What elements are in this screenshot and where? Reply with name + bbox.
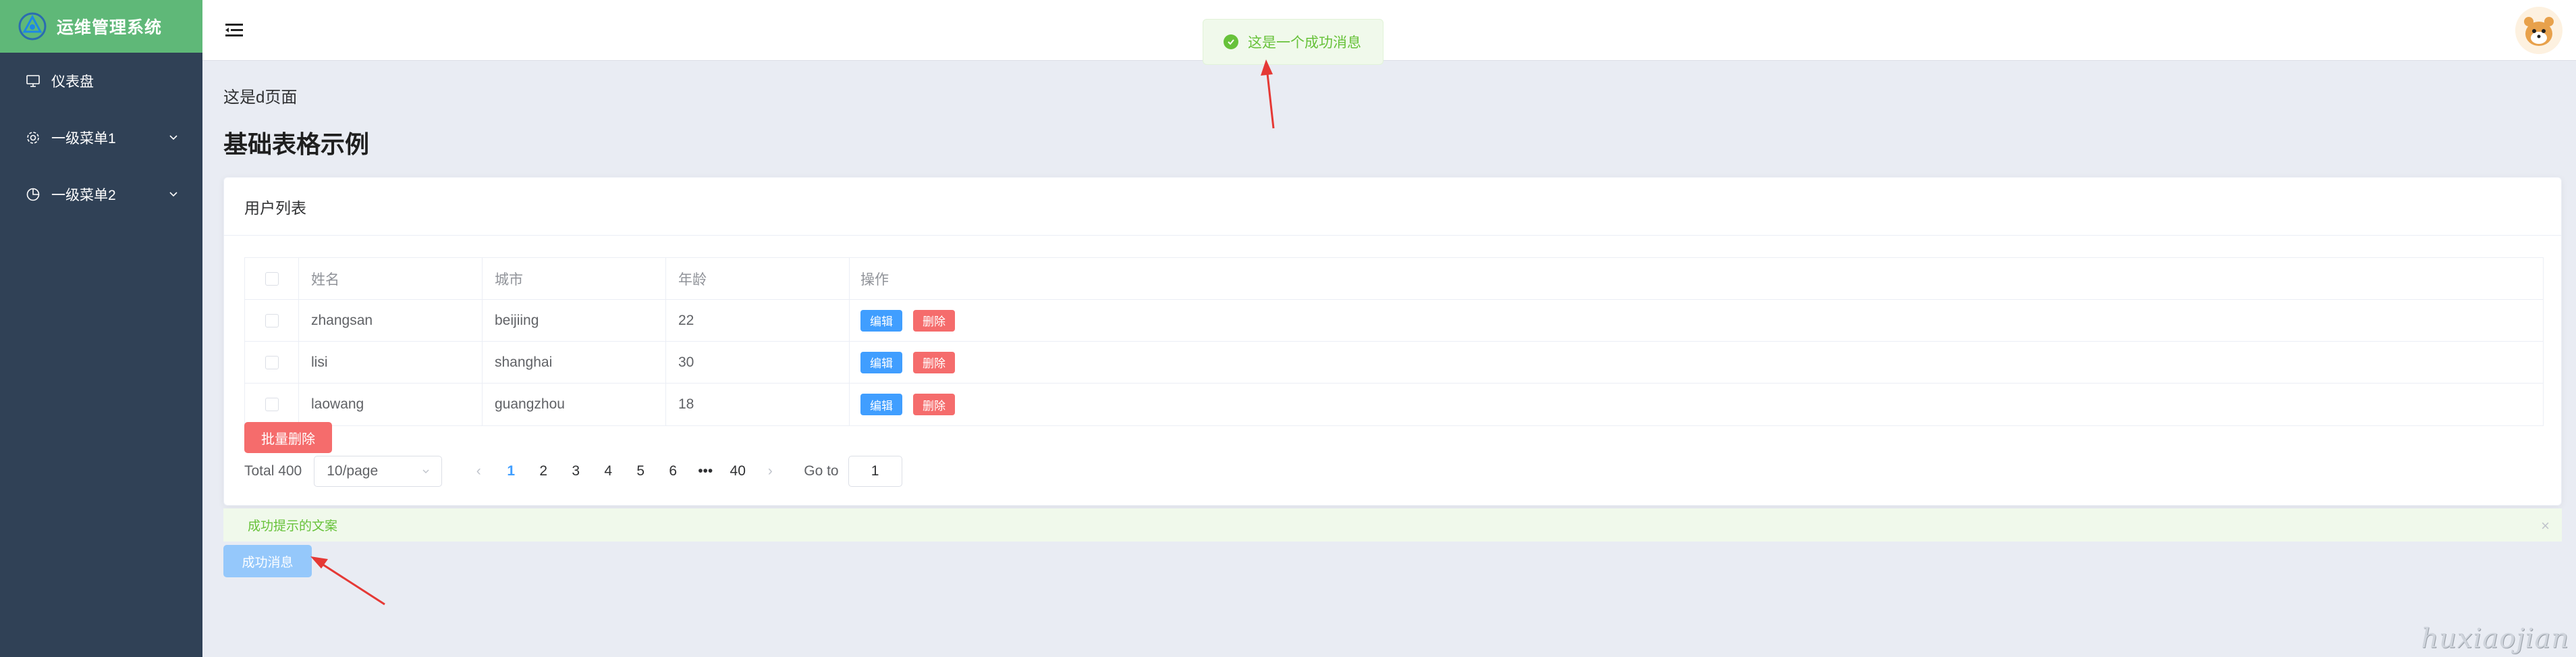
select-all-checkbox[interactable]: [265, 271, 279, 286]
prev-page-icon[interactable]: ‹: [462, 463, 495, 479]
cell-city: beijiing: [483, 300, 666, 341]
page-40[interactable]: 40: [721, 463, 754, 479]
cell-age: 18: [666, 384, 850, 425]
avatar[interactable]: [2515, 7, 2563, 54]
table-row: zhangsan beijiing 22 编辑 删除: [245, 300, 2543, 342]
toast-message: 这是一个成功消息: [1248, 35, 1361, 51]
sidebar-item-menu1[interactable]: 一级菜单1: [0, 109, 202, 166]
row-checkbox[interactable]: [265, 313, 279, 327]
annotation-arrow-button: [318, 560, 385, 606]
table-row: lisi shanghai 30 编辑 删除: [245, 342, 2543, 384]
check-circle-icon: [1224, 34, 1238, 49]
page-6[interactable]: 6: [657, 463, 689, 479]
top-header: [202, 0, 2576, 61]
logo-icon: [18, 12, 47, 41]
logo-bar: 运维管理系统: [0, 0, 202, 53]
sidebar-item-menu2[interactable]: 一级菜单2: [0, 166, 202, 223]
cell-city: shanghai: [483, 342, 666, 383]
cell-age: 22: [666, 300, 850, 341]
chevron-down-icon: [169, 192, 177, 197]
success-toast: 这是一个成功消息: [1203, 19, 1383, 65]
user-list-card: 用户列表 姓名 城市 年龄 操作 zhangsan beijiing 22 编辑…: [223, 177, 2562, 506]
page-ellipsis[interactable]: •••: [689, 463, 721, 479]
sidebar: 运维管理系统 仪表盘 一级菜单1 一级菜单2: [0, 0, 202, 657]
chevron-down-icon: [169, 135, 177, 140]
breadcrumb: 这是d页面: [223, 88, 298, 107]
pagination: Total 400 10/page ‹ 1 2 3 4 5 6 ••• 40 ›…: [244, 454, 902, 488]
row-checkbox[interactable]: [265, 398, 279, 411]
annotation-arrow-toast: [1265, 67, 1275, 129]
watermark: huxiaojian: [2421, 623, 2569, 654]
column-header-actions: 操作: [860, 271, 889, 288]
column-header-age: 年龄: [666, 258, 850, 299]
page-4[interactable]: 4: [592, 463, 624, 479]
batch-delete-button[interactable]: 批量删除: [244, 422, 332, 453]
page-5[interactable]: 5: [624, 463, 657, 479]
page-size-select[interactable]: 10/page: [314, 456, 443, 487]
sidebar-item-dashboard[interactable]: 仪表盘: [0, 53, 202, 109]
delete-button[interactable]: 删除: [913, 351, 955, 373]
page-3[interactable]: 3: [559, 463, 592, 479]
delete-button[interactable]: 删除: [913, 309, 955, 332]
success-alert: 成功提示的文案 ×: [223, 508, 2562, 542]
edit-button[interactable]: 编辑: [860, 394, 902, 415]
next-page-icon[interactable]: ›: [754, 463, 786, 479]
alert-text: 成功提示的文案: [248, 519, 338, 533]
arrow-head-icon: [310, 556, 328, 569]
monitor-icon: [24, 72, 42, 90]
sidebar-item-label: 仪表盘: [51, 74, 94, 90]
cell-name: zhangsan: [299, 300, 483, 341]
page-2[interactable]: 2: [527, 463, 559, 479]
cell-name: laowang: [299, 384, 483, 425]
page-1[interactable]: 1: [495, 463, 527, 479]
chevron-down-icon: [422, 469, 429, 474]
user-table: 姓名 城市 年龄 操作 zhangsan beijiing 22 编辑 删除 l…: [244, 257, 2544, 426]
menu-toggle-icon[interactable]: [224, 20, 246, 41]
goto-page-input[interactable]: 1: [848, 456, 902, 487]
row-checkbox[interactable]: [265, 355, 279, 369]
card-title: 用户列表: [224, 178, 2561, 236]
cell-age: 30: [666, 342, 850, 383]
cell-city: guangzhou: [483, 384, 666, 425]
edit-button[interactable]: 编辑: [860, 309, 902, 332]
goto-label: Go to: [804, 463, 839, 479]
sidebar-item-label: 一级菜单1: [51, 131, 116, 147]
pagination-total: Total 400: [244, 463, 302, 479]
column-header-name: 姓名: [299, 258, 483, 299]
page-size-value: 10/page: [327, 463, 379, 479]
column-header-city: 城市: [483, 258, 666, 299]
page-title: 基础表格示例: [223, 130, 370, 158]
cell-name: lisi: [299, 342, 483, 383]
pie-chart-icon: [24, 186, 42, 203]
delete-button[interactable]: 删除: [913, 394, 955, 415]
gear-icon: [24, 129, 42, 147]
sidebar-item-label: 一级菜单2: [51, 188, 116, 203]
close-icon[interactable]: ×: [2541, 517, 2550, 535]
table-row: laowang guangzhou 18 编辑 删除: [245, 384, 2543, 425]
app-title: 运维管理系统: [57, 18, 163, 37]
edit-button[interactable]: 编辑: [860, 351, 902, 373]
table-header-row: 姓名 城市 年龄 操作: [245, 258, 2543, 300]
success-message-button[interactable]: 成功消息: [223, 545, 312, 577]
